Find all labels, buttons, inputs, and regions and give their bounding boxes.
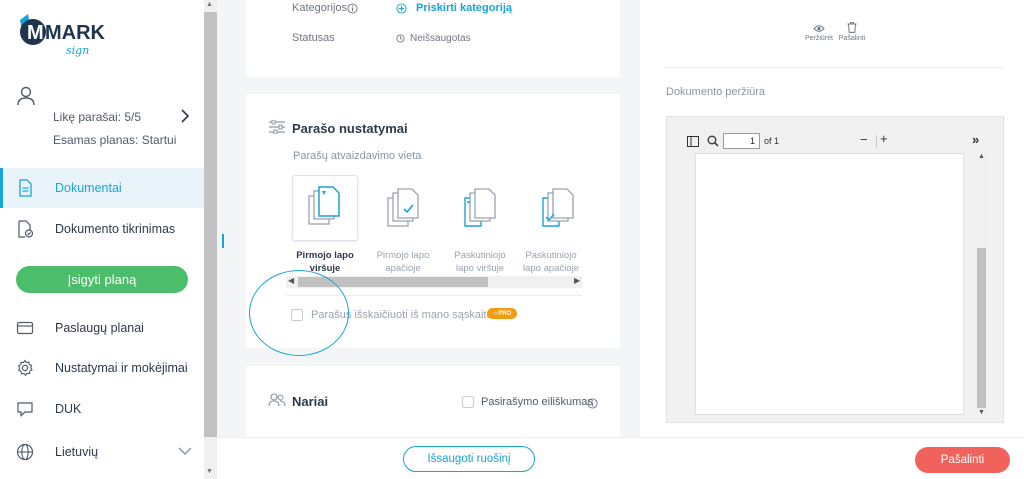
- signatures-left: Likę parašai: 5/5: [53, 110, 142, 124]
- doc-stack-last-top-icon: [464, 188, 496, 227]
- eye-icon: [813, 25, 825, 32]
- sidebar-item-label: Dokumento tikrinimas: [55, 222, 176, 236]
- globe-icon: [16, 443, 34, 461]
- view-label: Peržiūrėt: [804, 35, 833, 42]
- marksign-logo[interactable]: M MARK sign: [18, 12, 108, 58]
- logo-main-text: MARK: [45, 22, 106, 44]
- sidebar-item-label: Lietuvių: [55, 445, 99, 459]
- sliders-icon: [269, 120, 285, 134]
- position-label-line: Pirmojo lapo: [376, 250, 430, 261]
- sidebar-item-service-plans[interactable]: Paslaugų planai: [0, 308, 204, 348]
- sidebar-item-label: Dokumentai: [55, 181, 122, 195]
- logo-m-letter: M: [27, 22, 44, 44]
- document-check-icon: [18, 220, 34, 238]
- users-icon: [268, 393, 286, 407]
- position-label-3: Paskutiniojo lapo viršuje: [440, 249, 520, 275]
- position-label-line: apačioje: [385, 263, 421, 274]
- search-icon[interactable]: [707, 135, 719, 147]
- preview-delete-button[interactable]: Pašalinti: [837, 22, 867, 42]
- preview-view-button[interactable]: Peržiūrėt: [804, 24, 834, 42]
- position-label-line: lapo apačioje: [523, 263, 579, 274]
- logo-sub-text: sign: [66, 44, 89, 57]
- sidebar-item-document-verification[interactable]: Dokumento tikrinimas: [0, 209, 204, 249]
- focus-highlight-circle: [249, 270, 349, 356]
- sidebar-item-settings[interactable]: Nustatymai ir mokėjimai: [0, 348, 204, 388]
- assign-category-link[interactable]: Priskirti kategoriją: [416, 2, 512, 14]
- scroll-up-arrow-icon[interactable]: ▲: [978, 153, 985, 160]
- clock-icon: [396, 34, 405, 43]
- user-icon[interactable]: [16, 86, 36, 106]
- position-last-page-top[interactable]: [448, 175, 514, 241]
- sidebar-item-faq[interactable]: DUK: [0, 389, 204, 429]
- scroll-down-arrow-icon[interactable]: ▼: [206, 468, 213, 475]
- pro-badge: ☆ PRO: [487, 308, 517, 319]
- preview-title: Dokumento peržiūra: [666, 86, 766, 98]
- divider: [666, 67, 1004, 68]
- doc-stack-top-icon: [308, 186, 340, 225]
- zoom-in-icon[interactable]: +: [880, 131, 888, 146]
- status-value: Neišsaugotas: [410, 33, 471, 44]
- action-bar: [217, 437, 1024, 479]
- position-first-page-bottom[interactable]: [371, 175, 437, 241]
- position-label-line: Pirmojo lapo: [296, 250, 354, 261]
- signing-order-checkbox[interactable]: [462, 396, 474, 408]
- signature-settings-title: Parašo nustatymai: [292, 121, 408, 136]
- scroll-down-arrow-icon[interactable]: ▼: [978, 409, 985, 416]
- position-label-4: Paskutiniojo lapo apačioje: [518, 249, 584, 275]
- page-count: of 1: [764, 136, 780, 146]
- pdf-page: [695, 153, 964, 415]
- pro-badge-text: PRO: [498, 310, 512, 317]
- sidebar-item-label: Nustatymai ir mokėjimai: [55, 361, 188, 375]
- pdf-scrollbar-thumb[interactable]: [977, 248, 986, 408]
- placement-label: Parašų atvaizdavimo vieta: [293, 150, 422, 162]
- page-number-input[interactable]: 1: [723, 133, 760, 149]
- delete-label: Pašalinti: [838, 35, 866, 42]
- doc-stack-bottom-icon: [387, 188, 419, 227]
- position-last-page-bottom[interactable]: [526, 175, 592, 241]
- sidebar-item-label: DUK: [55, 402, 82, 416]
- category-label: Kategorijos: [292, 2, 348, 14]
- sidebar-toggle-icon[interactable]: [687, 136, 699, 147]
- delete-button[interactable]: Pašalinti: [915, 447, 1010, 473]
- document-icon: [19, 179, 32, 197]
- more-tools-icon[interactable]: »: [972, 132, 979, 147]
- save-draft-button[interactable]: Išsaugoti ruošinį: [403, 446, 535, 472]
- position-label-line: Paskutiniojo: [525, 250, 577, 261]
- gear-icon: [17, 359, 33, 377]
- sidebar: M MARK sign Likę parašai: 5/5 Esamas pla…: [0, 0, 204, 479]
- trash-icon: [847, 22, 857, 33]
- position-label-line: Paskutiniojo: [454, 250, 506, 261]
- buy-plan-button[interactable]: Įsigyti planą: [16, 266, 188, 293]
- card-icon: [16, 321, 34, 335]
- active-indicator: [0, 168, 3, 208]
- sidebar-item-label: Paslaugų planai: [55, 321, 144, 335]
- panel-resize-handle[interactable]: [222, 234, 224, 248]
- chat-icon: [17, 402, 33, 417]
- info-icon[interactable]: [587, 398, 598, 409]
- scroll-up-arrow-icon[interactable]: ▲: [206, 1, 213, 8]
- scroll-right-arrow-icon[interactable]: ▶: [574, 276, 580, 285]
- info-icon[interactable]: [347, 3, 358, 14]
- position-label-line: lapo viršuje: [455, 263, 505, 274]
- status-label: Statusas: [292, 32, 335, 44]
- plus-circle-icon[interactable]: [396, 3, 407, 14]
- sidebar-item-documents[interactable]: Dokumentai: [0, 168, 204, 208]
- chevron-down-icon[interactable]: [178, 446, 192, 456]
- current-plan: Esamas planas: Startui: [53, 133, 177, 147]
- position-first-page-top[interactable]: [292, 175, 358, 241]
- toolbar-divider: [876, 135, 877, 148]
- members-title: Nariai: [292, 394, 329, 409]
- doc-stack-last-bottom-icon: [542, 188, 574, 227]
- zoom-out-icon[interactable]: −: [860, 132, 868, 147]
- sidebar-scrollbar-thumb[interactable]: [204, 12, 217, 437]
- signing-order-label: Pasirašymo eiliškumas: [481, 396, 593, 408]
- chevron-right-icon[interactable]: [180, 109, 190, 123]
- position-label-2: Pirmojo lapo apačioje: [363, 249, 443, 275]
- sidebar-item-language[interactable]: Lietuvių: [0, 432, 204, 472]
